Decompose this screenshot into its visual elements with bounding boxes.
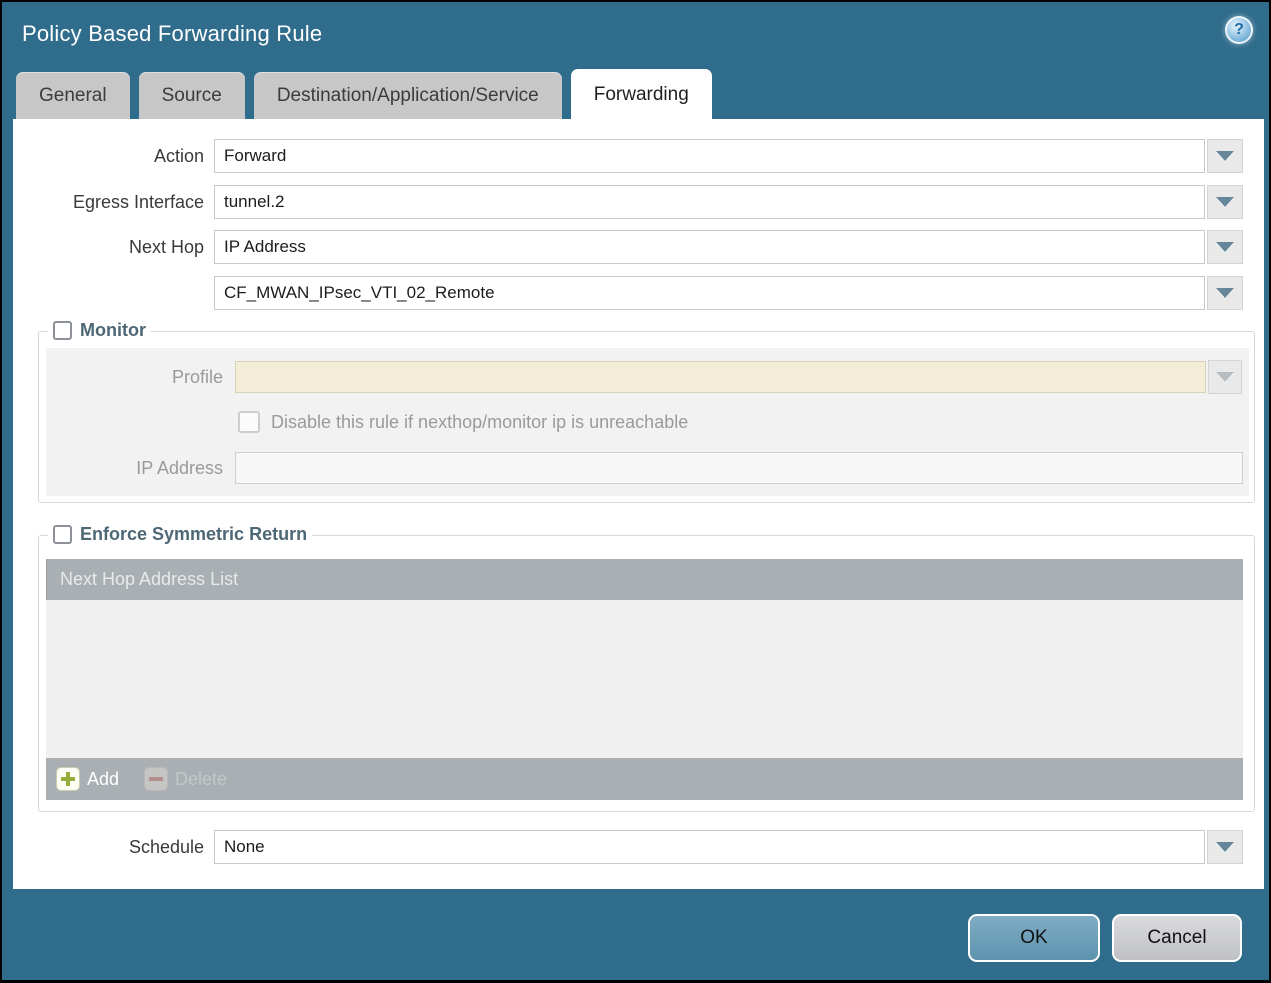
- egress-interface-row: Egress Interface tunnel.2: [13, 185, 1243, 219]
- enforce-symmetric-return-checkbox[interactable]: [53, 525, 72, 544]
- profile-dropdown-button: [1208, 360, 1242, 394]
- pbf-rule-dialog: Policy Based Forwarding Rule ? General S…: [2, 2, 1269, 980]
- tab-bar: General Source Destination/Application/S…: [16, 69, 712, 119]
- schedule-select[interactable]: None: [214, 830, 1205, 864]
- action-dropdown-button[interactable]: [1207, 139, 1243, 173]
- action-select[interactable]: Forward: [214, 139, 1205, 173]
- tab-source[interactable]: Source: [139, 72, 245, 119]
- delete-button: Delete: [144, 767, 227, 791]
- profile-row: Profile: [46, 361, 1242, 393]
- tab-general[interactable]: General: [16, 72, 130, 119]
- action-label: Action: [13, 146, 214, 167]
- dialog-titlebar: Policy Based Forwarding Rule ?: [2, 2, 1269, 67]
- next-hop-address-row: CF_MWAN_IPsec_VTI_02_Remote: [13, 276, 1243, 310]
- minus-icon: [144, 767, 168, 791]
- add-button[interactable]: Add: [56, 767, 119, 791]
- next-hop-address-list-table: Next Hop Address List Add Delete: [46, 559, 1243, 800]
- plus-icon: [56, 767, 80, 791]
- chevron-down-icon: [1216, 842, 1234, 852]
- monitor-ip-address-input: [235, 452, 1243, 484]
- next-hop-address-value: CF_MWAN_IPsec_VTI_02_Remote: [224, 283, 495, 303]
- forwarding-panel: Action Forward Egress Interface tunnel.2…: [13, 119, 1264, 889]
- dialog-title: Policy Based Forwarding Rule: [22, 21, 322, 47]
- profile-label: Profile: [46, 367, 235, 388]
- next-hop-address-dropdown-button[interactable]: [1207, 276, 1243, 310]
- ok-button[interactable]: OK: [968, 914, 1100, 962]
- next-hop-dropdown-button[interactable]: [1207, 230, 1243, 264]
- chevron-down-icon: [1216, 151, 1234, 161]
- action-row: Action Forward: [13, 139, 1243, 173]
- next-hop-type-select[interactable]: IP Address: [214, 230, 1205, 264]
- enforce-symmetric-return-legend-label: Enforce Symmetric Return: [80, 524, 307, 545]
- dialog-footer: OK Cancel: [2, 889, 1269, 980]
- next-hop-address-list-body: [46, 600, 1243, 758]
- chevron-down-icon: [1216, 288, 1234, 298]
- question-mark-glyph: ?: [1234, 21, 1244, 39]
- next-hop-label: Next Hop: [13, 237, 214, 258]
- tab-forwarding[interactable]: Forwarding: [571, 69, 712, 119]
- chevron-down-icon: [1216, 372, 1234, 382]
- next-hop-address-select[interactable]: CF_MWAN_IPsec_VTI_02_Remote: [214, 276, 1205, 310]
- egress-interface-select[interactable]: tunnel.2: [214, 185, 1205, 219]
- egress-interface-dropdown-button[interactable]: [1207, 185, 1243, 219]
- next-hop-type-value: IP Address: [224, 237, 306, 257]
- disable-rule-label: Disable this rule if nexthop/monitor ip …: [271, 412, 688, 433]
- profile-select: [235, 361, 1206, 393]
- next-hop-address-list-toolbar: Add Delete: [46, 758, 1243, 800]
- schedule-dropdown-button[interactable]: [1207, 830, 1243, 864]
- enforce-symmetric-return-section: Enforce Symmetric Return Next Hop Addres…: [38, 535, 1255, 812]
- action-value: Forward: [224, 146, 286, 166]
- enforce-symmetric-return-legend-row: Enforce Symmetric Return: [48, 524, 312, 545]
- monitor-legend-label: Monitor: [80, 320, 146, 341]
- schedule-label: Schedule: [13, 837, 214, 858]
- monitor-ip-address-row: IP Address: [46, 452, 1243, 484]
- monitor-section: Monitor Profile Disable this rule if nex…: [38, 331, 1255, 503]
- disable-rule-row: Disable this rule if nexthop/monitor ip …: [238, 406, 688, 438]
- help-icon[interactable]: ?: [1225, 16, 1253, 44]
- monitor-ip-address-label: IP Address: [46, 458, 235, 479]
- monitor-disabled-panel: Profile Disable this rule if nexthop/mon…: [46, 348, 1249, 496]
- monitor-legend-row: Monitor: [48, 320, 151, 341]
- monitor-checkbox[interactable]: [53, 321, 72, 340]
- chevron-down-icon: [1216, 242, 1234, 252]
- next-hop-address-list-header: Next Hop Address List: [46, 559, 1243, 600]
- next-hop-row: Next Hop IP Address: [13, 230, 1243, 264]
- egress-interface-value: tunnel.2: [224, 192, 285, 212]
- add-button-label: Add: [87, 769, 119, 790]
- delete-button-label: Delete: [175, 769, 227, 790]
- chevron-down-icon: [1216, 197, 1234, 207]
- disable-rule-checkbox: [238, 411, 260, 433]
- egress-interface-label: Egress Interface: [13, 192, 214, 213]
- cancel-button[interactable]: Cancel: [1112, 914, 1242, 962]
- tab-destination-application-service[interactable]: Destination/Application/Service: [254, 72, 562, 119]
- schedule-value: None: [224, 837, 265, 857]
- schedule-row: Schedule None: [13, 830, 1243, 864]
